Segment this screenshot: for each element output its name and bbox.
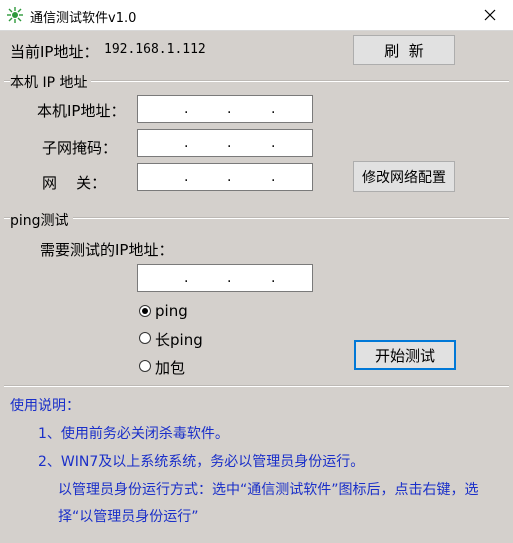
radio-long-ping[interactable]: [139, 332, 151, 344]
current-ip-value: 192.168.1.112: [104, 42, 206, 57]
target-ip-label: 需要测试的IP地址：: [40, 241, 174, 259]
radio-long-ping-label: 长ping: [155, 331, 203, 349]
instructions-title: 使用说明：: [10, 398, 80, 414]
network-icon: [7, 7, 23, 23]
close-button[interactable]: [467, 0, 513, 30]
local-ip-section-title: 本机 IP 地址: [10, 72, 92, 92]
modify-network-config-button[interactable]: 修改网络配置: [353, 161, 455, 192]
refresh-button[interactable]: 刷 新: [353, 35, 455, 65]
target-ip-input[interactable]: . . .: [137, 264, 313, 292]
gateway-input[interactable]: . . .: [137, 163, 313, 191]
radio-add-packet-label: 加包: [155, 359, 186, 377]
instructions-divider: [4, 385, 509, 387]
local-ip-label: 本机IP地址：: [37, 102, 126, 120]
radio-ping[interactable]: [139, 305, 151, 317]
gateway-label: 网 关：: [42, 174, 107, 192]
current-ip-label: 当前IP地址：: [10, 43, 99, 61]
instructions-line-1: 1、使用前务必关闭杀毒软件。: [38, 426, 229, 442]
start-test-button[interactable]: 开始测试: [354, 340, 456, 370]
instructions-line-4: 择“以管理员身份运行”: [58, 509, 199, 525]
window-title: 通信测试软件v1.0: [30, 11, 137, 26]
subnet-mask-input[interactable]: . . .: [137, 129, 313, 157]
instructions-line-2: 2、WIN7及以上系统系统，务必以管理员身份运行。: [38, 454, 365, 470]
title-bar: 通信测试软件v1.0: [0, 0, 513, 31]
instructions-line-3: 以管理员身份运行方式：选中“通信测试软件”图标后，点击右键，选: [58, 482, 479, 498]
local-ip-input[interactable]: . . .: [137, 95, 313, 123]
ping-divider: [4, 217, 509, 219]
subnet-mask-label: 子网掩码：: [42, 139, 118, 157]
close-icon: [484, 9, 496, 21]
ping-section-title: ping测试: [10, 210, 73, 230]
radio-add-packet[interactable]: [139, 360, 151, 372]
radio-ping-label: ping: [155, 302, 188, 320]
